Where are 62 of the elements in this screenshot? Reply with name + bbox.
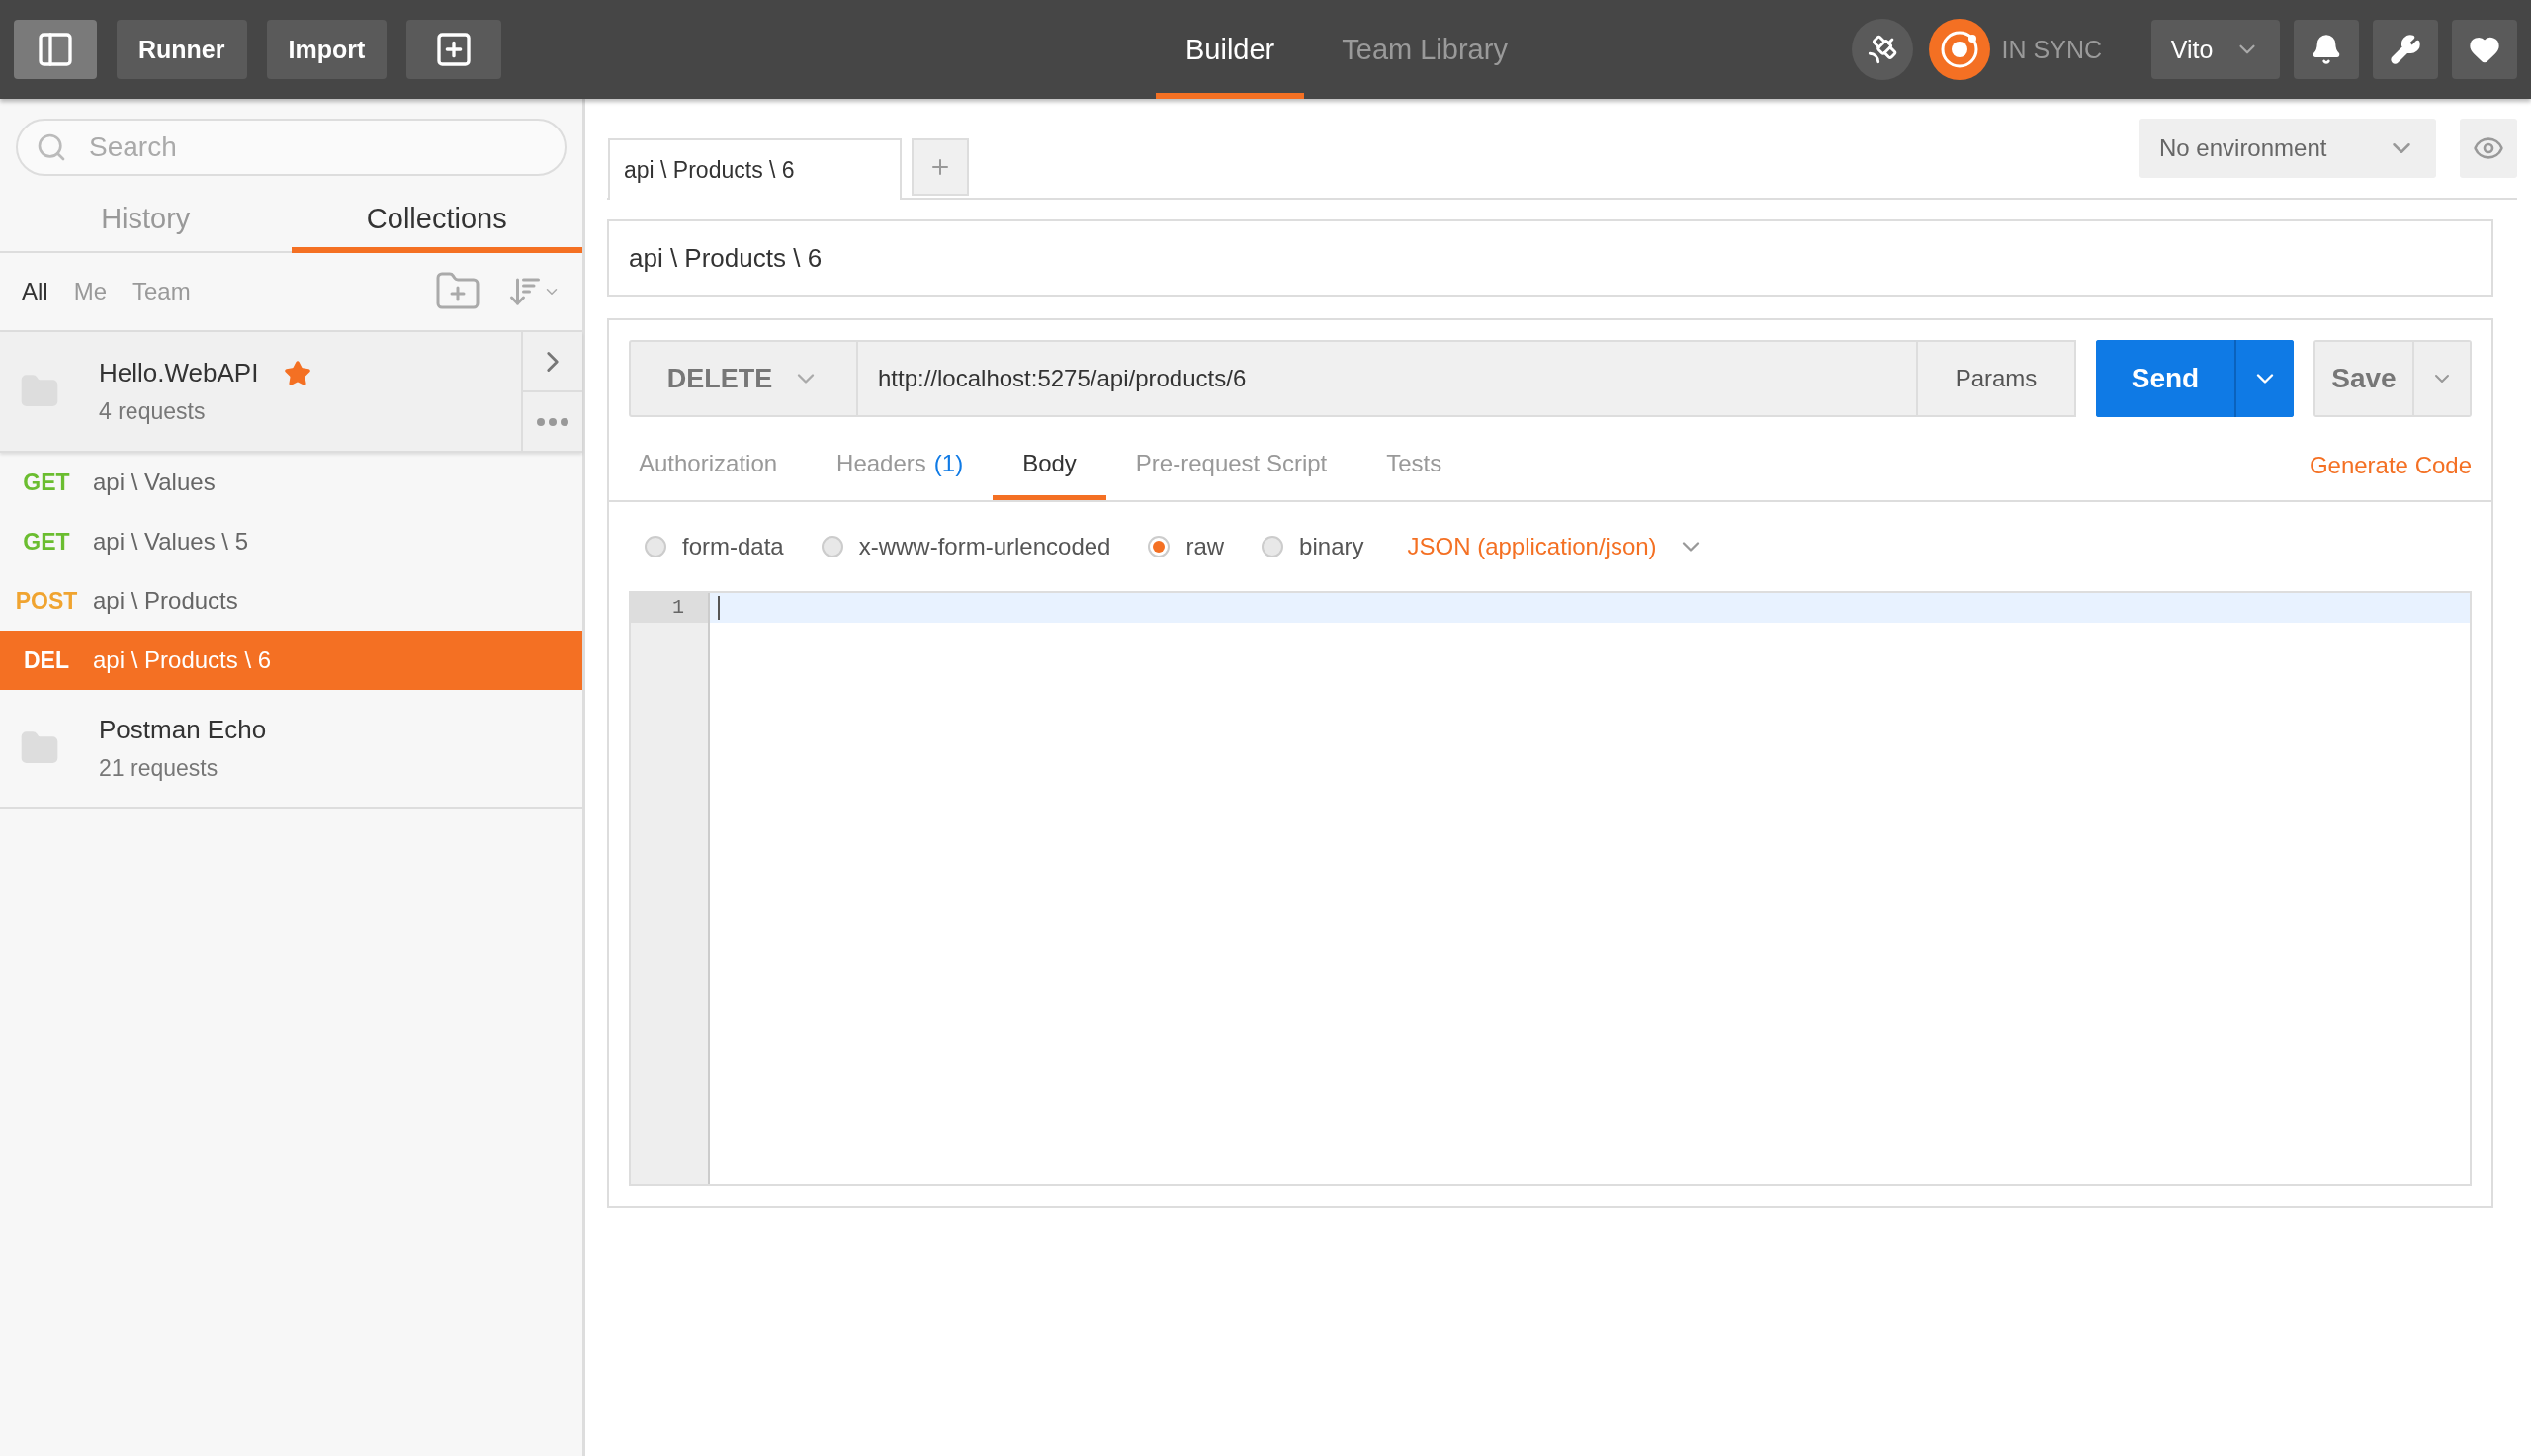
settings-button[interactable]	[2373, 20, 2438, 79]
request-title-field[interactable]: api \ Products \ 6	[607, 219, 2493, 297]
filter-tab[interactable]: All	[22, 278, 48, 305]
collection-item[interactable]: Hello.WebAPI 4 requests	[0, 332, 582, 453]
request-section-tab[interactable]: Body	[993, 417, 1106, 500]
request-name: api \ Products	[93, 587, 238, 615]
header-button[interactable]: Runner	[117, 20, 247, 79]
radio-button[interactable]	[1148, 536, 1171, 557]
request-item[interactable]: GET api \ Values \ 5	[0, 512, 582, 571]
text-cursor	[718, 596, 720, 620]
code-editor[interactable]: 1	[629, 591, 2472, 1186]
radio-button[interactable]	[821, 536, 843, 557]
method-label: DEL	[23, 646, 70, 674]
body-type-option[interactable]: binary	[1262, 533, 1364, 560]
request-count: 4 requests	[99, 398, 207, 425]
request-item[interactable]: POST api \ Products	[0, 571, 582, 631]
sidebar-icon	[36, 30, 75, 69]
line-number: 1	[631, 593, 708, 623]
heart-button[interactable]	[2452, 20, 2517, 79]
request-name: api \ Values	[93, 469, 216, 496]
method-dropdown[interactable]: DELETE	[629, 340, 858, 417]
params-button[interactable]: Params	[1916, 340, 2076, 417]
header-button[interactable]: Import	[266, 20, 388, 79]
wrench-icon	[2390, 34, 2421, 65]
radio-button[interactable]	[645, 536, 666, 557]
header-tab[interactable]: Builder	[1156, 0, 1305, 99]
method-label: GET	[22, 528, 71, 556]
sync-status: IN SYNC	[2001, 35, 2102, 64]
method-label: GET	[22, 469, 71, 496]
sidebar-toggle-button[interactable]	[14, 20, 97, 79]
request-section-tab[interactable]: Pre-request Script	[1105, 417, 1357, 500]
method-label: POST	[14, 587, 79, 615]
body-type-option[interactable]: raw	[1148, 533, 1225, 560]
format-dropdown[interactable]: JSON (application/json)	[1401, 532, 1710, 561]
request-count: 21 requests	[99, 755, 219, 782]
radio-button[interactable]	[1262, 536, 1284, 557]
request-name: api \ Products \ 6	[93, 646, 272, 674]
notifications-button[interactable]	[2294, 20, 2359, 79]
request-tab[interactable]: api \ Products \ 6	[608, 138, 902, 200]
request-name: api \ Values \ 5	[93, 528, 248, 556]
body-type-option[interactable]: x-www-form-urlencoded	[821, 533, 1111, 560]
send-dropdown-button[interactable]	[2234, 340, 2294, 417]
bell-icon	[2311, 34, 2342, 65]
url-field[interactable]: http://localhost:5275/api/products/6	[858, 340, 1918, 417]
request-item[interactable]: GET api \ Values	[0, 453, 582, 512]
environment-dropdown[interactable]: No environment	[2139, 119, 2436, 178]
request-section-tab[interactable]: Headers (1)	[807, 417, 994, 500]
sidebar-tab[interactable]: Collections	[291, 190, 582, 253]
request-section-tab[interactable]: Authorization	[609, 417, 808, 500]
collection-name: Postman Echo	[99, 715, 267, 745]
new-tab-button[interactable]	[406, 20, 502, 79]
request-section-tab[interactable]: Tests	[1356, 417, 1472, 500]
body-type-option[interactable]: form-data	[645, 533, 784, 560]
user-menu[interactable]: Vito	[2151, 20, 2280, 79]
ellipsis-icon	[537, 417, 568, 426]
header-tab[interactable]: Team Library	[1312, 0, 1537, 99]
request-item[interactable]: DEL api \ Products \ 6	[0, 631, 582, 690]
environment-quick-look-button[interactable]	[2460, 119, 2517, 178]
generate-code-link[interactable]: Generate Code	[2309, 438, 2472, 479]
search-icon	[36, 131, 67, 163]
collection-name: Hello.WebAPI	[99, 358, 259, 388]
search-field[interactable]: Search	[16, 119, 567, 176]
